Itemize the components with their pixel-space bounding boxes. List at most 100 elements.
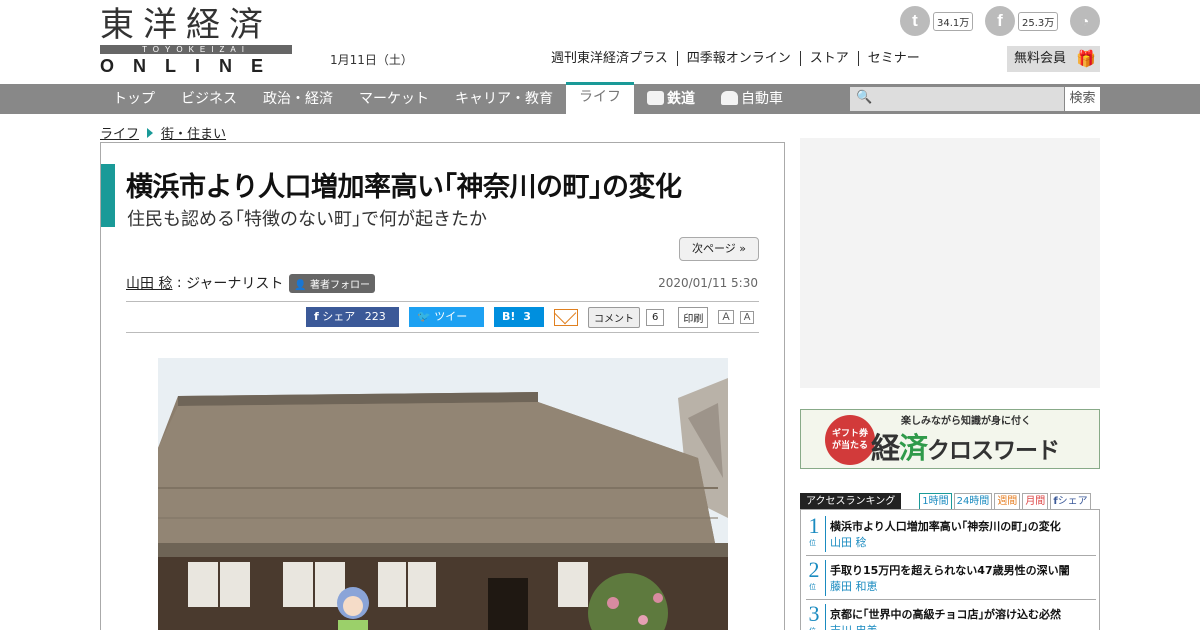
banner-title-a: 経	[871, 431, 900, 465]
byline-separator: :	[172, 275, 187, 291]
print-button[interactable]: 印刷	[678, 306, 709, 328]
publish-date: 2020/01/11 5:30	[658, 276, 758, 290]
link-weekly-plus[interactable]: 週刊東洋経済プラス	[551, 51, 677, 66]
search-input[interactable]: 🔍	[850, 87, 1064, 111]
facebook-share-button[interactable]: f シェア 223	[306, 307, 399, 327]
facebook-share-count: 223	[364, 310, 386, 323]
nav-railway[interactable]: 鉄道	[634, 84, 708, 114]
tab-share-label: シェア	[1057, 496, 1088, 507]
mail-icon[interactable]	[554, 308, 578, 326]
banner-title: 経済クロスワード	[871, 425, 1060, 467]
rss-link[interactable]: ◔	[1070, 6, 1100, 36]
rank-author[interactable]: 藤田 和恵	[830, 578, 878, 594]
search-icon: 🔍	[856, 90, 873, 105]
ranking-item[interactable]: 1 位 横浜市より人口増加率高い｢神奈川の町｣の変化 山田 稔	[806, 512, 1096, 556]
font-size-small-button[interactable]: A	[739, 310, 755, 324]
site-logo[interactable]: 東洋経済 TOYOKEIZAI ONLINE	[100, 6, 292, 76]
nav-railway-label: 鉄道	[667, 91, 695, 107]
logo-japanese: 東洋経済	[100, 5, 272, 45]
follow-label: 著者フォロー	[310, 279, 371, 291]
ranking-item[interactable]: 2 位 手取り15万円を超えられない47歳男性の深い闇 藤田 和恵	[806, 556, 1096, 600]
banner-title-b: 済	[899, 431, 928, 465]
badge-line-1: ギフト券	[831, 429, 868, 439]
link-shikiho[interactable]: 四季報オンライン	[676, 51, 800, 66]
nav-top[interactable]: トップ	[100, 84, 168, 114]
chevron-right-icon	[147, 127, 154, 138]
share-toolbar: f シェア 223 🐦 ツイート B! 3 コメント 6 印刷 A A	[306, 306, 755, 343]
facebook-share-label: シェア	[322, 310, 356, 323]
font-size-large-button[interactable]: A	[718, 310, 734, 324]
comment-button[interactable]: コメント	[588, 306, 640, 328]
follow-author-button[interactable]: 👤 著者フォロー	[289, 273, 376, 293]
twitter-share-button[interactable]: 🐦 ツイート	[409, 307, 484, 343]
crossword-banner[interactable]: ギフト券 が当たる 楽しみながら知識が身に付く 経済クロスワード	[800, 409, 1100, 469]
facebook-icon: f	[985, 6, 1015, 36]
comment-count: 6	[646, 308, 665, 326]
current-date: 1月11日（土）	[330, 53, 413, 67]
tab-1-hour[interactable]: 1時間	[919, 493, 952, 510]
logo-band: TOYOKEIZAI	[100, 45, 292, 54]
free-member-label: 無料会員	[1014, 51, 1067, 66]
nav-business[interactable]: ビジネス	[168, 84, 250, 114]
thatched-house-image	[158, 358, 728, 630]
rank-divider	[825, 516, 826, 552]
rank-divider	[825, 604, 826, 630]
ranking-item[interactable]: 3 位 京都に｢世界中の高級チョコ店｣が溶け込む必然 吉川 忠美	[806, 600, 1096, 630]
nav-automobile-label: 自動車	[741, 91, 783, 107]
twitter-icon: 🐦	[417, 310, 431, 323]
hatena-count: 3	[523, 310, 531, 323]
rank-number: 2	[808, 557, 820, 582]
badge-line-2: が当たる	[831, 441, 868, 451]
rank-author[interactable]: 吉川 忠美	[830, 622, 878, 630]
train-icon	[647, 91, 664, 105]
nav-life[interactable]: ライフ	[566, 82, 634, 114]
rank-suffix: 位	[809, 539, 816, 547]
main-nav: トップ ビジネス 政治・経済 マーケット キャリア・教育 ライフ 鉄道 自動車 …	[0, 82, 1200, 114]
author-role: ジャーナリスト	[186, 276, 284, 292]
banner-title-c: クロスワード	[927, 438, 1060, 464]
next-page-button[interactable]: 次ページ »	[679, 237, 759, 261]
rank-title: 手取り15万円を超えられない47歳男性の深い闇	[830, 564, 1070, 577]
tab-weekly[interactable]: 週間	[994, 493, 1021, 510]
breadcrumb-life[interactable]: ライフ	[100, 123, 139, 142]
free-member-button[interactable]: 無料会員 🎁	[1007, 46, 1100, 72]
hatena-bookmark-button[interactable]: B! 3	[494, 307, 544, 327]
title-accent-bar	[101, 164, 115, 227]
search-button[interactable]: 検索	[1065, 87, 1100, 111]
nav-automobile[interactable]: 自動車	[708, 84, 796, 114]
tab-24-hours[interactable]: 24時間	[953, 493, 993, 510]
nav-market[interactable]: マーケット	[346, 84, 442, 114]
advertisement-slot	[800, 138, 1100, 388]
user-icon: 👤	[294, 279, 307, 291]
article-subtitle: 住民も認める｢特徴のない町｣で何が起きたか	[127, 209, 487, 230]
article-photo	[158, 358, 728, 630]
article-box: 横浜市より人口増加率高い｢神奈川の町｣の変化 住民も認める｢特徴のない町｣で何が…	[100, 142, 785, 630]
rank-author[interactable]: 山田 稔	[830, 534, 867, 550]
breadcrumb-town-living[interactable]: 街・住まい	[161, 123, 226, 142]
divider	[126, 301, 759, 302]
car-icon	[721, 91, 738, 105]
ranking-label: アクセスランキング	[800, 493, 902, 510]
rank-suffix: 位	[809, 583, 816, 591]
facebook-follow[interactable]: f 25.3万	[985, 6, 1059, 36]
nav-politics-economy[interactable]: 政治・経済	[250, 84, 346, 114]
tab-monthly[interactable]: 月間	[1022, 493, 1049, 510]
twitter-follow[interactable]: t 34.1万	[900, 6, 974, 36]
ranking-tabs: アクセスランキング 1時間 24時間 週間 月間 fシェア	[800, 492, 1100, 510]
link-store[interactable]: ストア	[799, 51, 858, 66]
divider	[126, 332, 759, 333]
author-link[interactable]: 山田 稔	[126, 273, 172, 293]
ranking-list: 1 位 横浜市より人口増加率高い｢神奈川の町｣の変化 山田 稔 2 位 手取り1…	[800, 509, 1100, 630]
site-header: 東洋経済 TOYOKEIZAI ONLINE 1月11日（土） t 34.1万 …	[0, 0, 1200, 84]
rank-divider	[825, 560, 826, 596]
tab-share[interactable]: fシェア	[1050, 493, 1091, 510]
logo-online: ONLINE	[100, 56, 283, 76]
article-title: 横浜市より人口増加率高い｢神奈川の町｣の変化	[126, 172, 682, 203]
gift-icon: 🎁	[1076, 49, 1096, 68]
rank-number: 1	[808, 513, 820, 538]
byline: 山田 稔 : ジャーナリスト 👤 著者フォロー	[126, 273, 376, 293]
link-seminar[interactable]: セミナー	[857, 51, 929, 66]
nav-career-education[interactable]: キャリア・教育	[442, 84, 566, 114]
rank-number: 3	[808, 601, 820, 626]
hatena-label: B!	[502, 310, 516, 323]
